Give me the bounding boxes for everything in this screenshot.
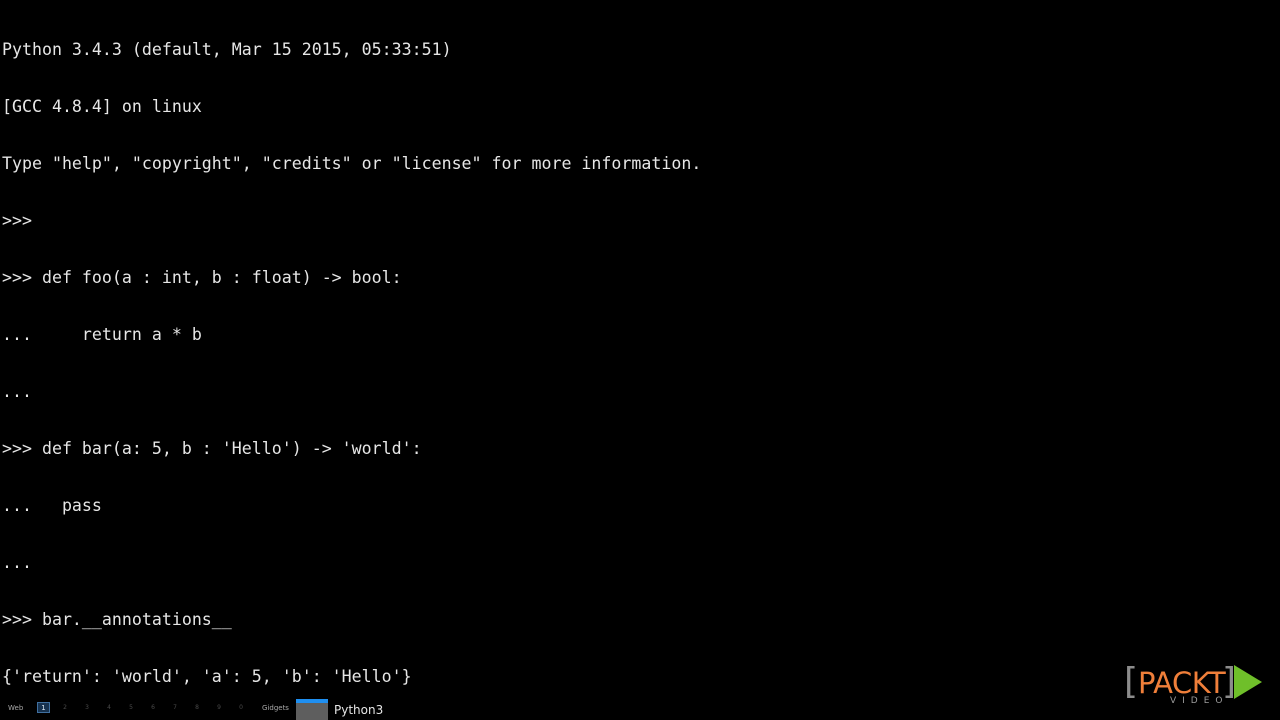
logo-subtitle: VIDEO — [1170, 696, 1229, 706]
terminal-line: ... — [2, 553, 32, 572]
terminal-output[interactable]: Python 3.4.3 (default, Mar 15 2015, 05:3… — [2, 2, 1278, 692]
workspace-2-button[interactable]: 2 — [60, 704, 70, 711]
logo-word: PACKT — [1138, 666, 1226, 700]
taskbar: Web 1 2 3 4 5 6 7 8 9 0 Gidgets Python3 — [0, 699, 1280, 720]
workspace-4-button[interactable]: 4 — [104, 704, 114, 711]
terminal-line: >>> bar.__annotations__ — [2, 610, 232, 629]
terminal-line: [GCC 4.8.4] on linux — [2, 97, 202, 116]
terminal-line: Type "help", "copyright", "credits" or "… — [2, 154, 702, 173]
terminal-line: {'return': 'world', 'a': 5, 'b': 'Hello'… — [2, 667, 412, 686]
workspace-3-button[interactable]: 3 — [82, 704, 92, 711]
terminal-line: >>> — [2, 211, 32, 230]
workspace-1-button[interactable]: 1 — [37, 702, 50, 713]
task-label-python3[interactable]: Python3 — [334, 703, 383, 717]
terminal-line: >>> def foo(a : int, b : float) -> bool: — [2, 268, 402, 287]
play-icon — [1234, 665, 1262, 699]
workspace-8-button[interactable]: 8 — [192, 704, 202, 711]
gadgets-button[interactable]: Gidgets — [262, 704, 289, 712]
terminal-line: ... pass — [2, 496, 102, 515]
logo-left-bracket: [ — [1124, 661, 1139, 702]
workspace-6-button[interactable]: 6 — [148, 704, 158, 711]
task-button-python3[interactable] — [296, 699, 328, 720]
terminal-line: Python 3.4.3 (default, Mar 15 2015, 05:3… — [2, 40, 452, 59]
workspace-0-button[interactable]: 0 — [236, 704, 246, 711]
workspace-5-button[interactable]: 5 — [126, 704, 136, 711]
web-menu-button[interactable]: Web — [8, 704, 23, 712]
task-active-indicator — [296, 699, 328, 703]
packt-video-logo: [ PACKT ] VIDEO — [1124, 663, 1264, 709]
terminal-line: >>> def bar(a: 5, b : 'Hello') -> 'world… — [2, 439, 422, 458]
screen: Python 3.4.3 (default, Mar 15 2015, 05:3… — [0, 0, 1280, 720]
terminal-line: ... return a * b — [2, 325, 202, 344]
workspace-9-button[interactable]: 9 — [214, 704, 224, 711]
workspace-7-button[interactable]: 7 — [170, 704, 180, 711]
terminal-line: ... — [2, 382, 32, 401]
